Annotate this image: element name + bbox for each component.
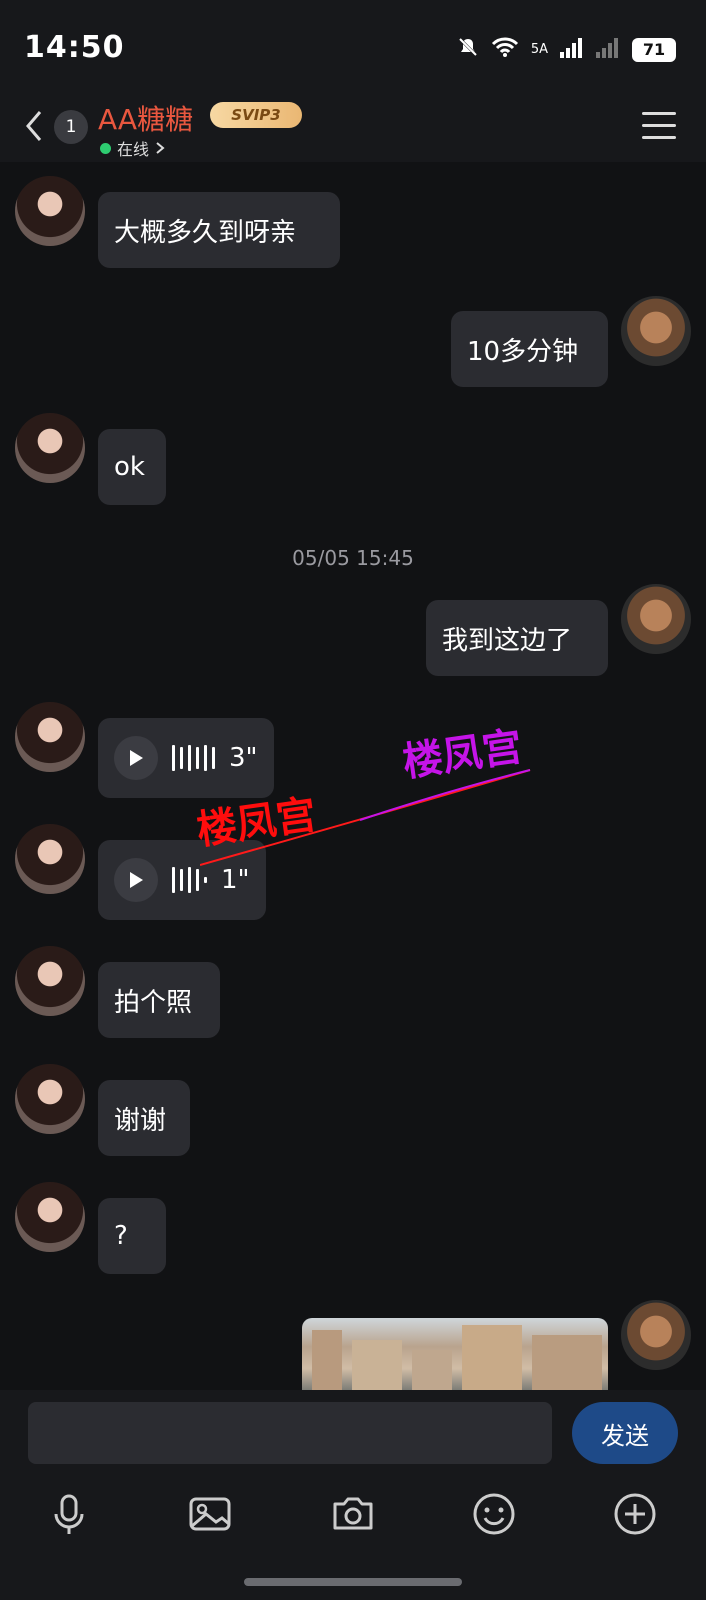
- status-bar: 14:50 5A 71: [0, 0, 706, 90]
- mute-icon: [457, 36, 479, 63]
- message-text: ?: [114, 1221, 128, 1251]
- wifi-icon: [491, 36, 519, 63]
- home-indicator[interactable]: [244, 1578, 462, 1586]
- chat-header: 1 AA糖糖 SVIP3 在线: [0, 90, 706, 162]
- chevron-left-icon: [26, 111, 42, 141]
- camera-icon[interactable]: [329, 1490, 377, 1538]
- message-text: 我到这边了: [442, 625, 573, 656]
- self-avatar[interactable]: [621, 296, 691, 366]
- play-icon[interactable]: [114, 858, 158, 902]
- vip-badge-label: SVIP3: [231, 106, 281, 124]
- menu-button[interactable]: [642, 112, 676, 140]
- message-bubble[interactable]: 谢谢: [98, 1080, 190, 1156]
- status-time: 14:50: [24, 30, 125, 65]
- contact-avatar[interactable]: [15, 176, 85, 246]
- contact-avatar[interactable]: [15, 702, 85, 772]
- self-avatar[interactable]: [621, 584, 691, 654]
- contact-avatar[interactable]: [15, 824, 85, 894]
- emoji-icon[interactable]: [470, 1490, 518, 1538]
- message-input[interactable]: [28, 1402, 552, 1464]
- battery-indicator: 71: [632, 37, 676, 62]
- image-icon[interactable]: [186, 1490, 234, 1538]
- vip-badge[interactable]: SVIP3: [210, 102, 302, 128]
- waveform-icon: [172, 867, 207, 893]
- message-text: 谢谢: [114, 1105, 167, 1136]
- presence-label: 在线: [117, 140, 150, 159]
- microphone-icon[interactable]: [45, 1490, 93, 1538]
- message-bubble[interactable]: 大概多久到呀亲: [98, 192, 340, 268]
- play-icon[interactable]: [114, 736, 158, 780]
- self-avatar[interactable]: [621, 1300, 691, 1370]
- contact-avatar[interactable]: [15, 413, 85, 483]
- online-dot: [100, 142, 111, 154]
- message-bubble[interactable]: 拍个照: [98, 962, 220, 1038]
- back-button[interactable]: [22, 108, 46, 144]
- chevron-right-icon: [156, 142, 165, 154]
- message-bubble-self[interactable]: 10多分钟: [451, 311, 608, 387]
- send-button[interactable]: 发送: [572, 1402, 678, 1464]
- message-text: 大概多久到呀亲: [114, 217, 297, 248]
- signal-icon-secondary: [596, 36, 620, 63]
- input-bar: 发送: [0, 1390, 706, 1600]
- message-text: 拍个照: [114, 987, 193, 1018]
- message-bubble-self[interactable]: 我到这边了: [426, 600, 608, 676]
- image-message[interactable]: [302, 1318, 608, 1390]
- message-bubble[interactable]: ok: [98, 429, 166, 505]
- status-icons: 5A 71: [457, 36, 676, 63]
- message-bubble[interactable]: ?: [98, 1198, 166, 1274]
- unread-badge[interactable]: 1: [54, 110, 88, 144]
- message-timestamp: 05/05 15:45: [292, 546, 414, 570]
- network-label: 5A: [530, 42, 548, 57]
- contact-name[interactable]: AA糖糖: [98, 98, 193, 138]
- contact-avatar[interactable]: [15, 1064, 85, 1134]
- plus-icon[interactable]: [611, 1490, 659, 1538]
- message-text: 10多分钟: [467, 336, 579, 367]
- signal-icon: [560, 36, 584, 63]
- presence-status[interactable]: 在线: [100, 136, 165, 160]
- contact-avatar[interactable]: [15, 1182, 85, 1252]
- contact-avatar[interactable]: [15, 946, 85, 1016]
- message-text: ok: [114, 452, 145, 482]
- toolbar: [0, 1490, 706, 1550]
